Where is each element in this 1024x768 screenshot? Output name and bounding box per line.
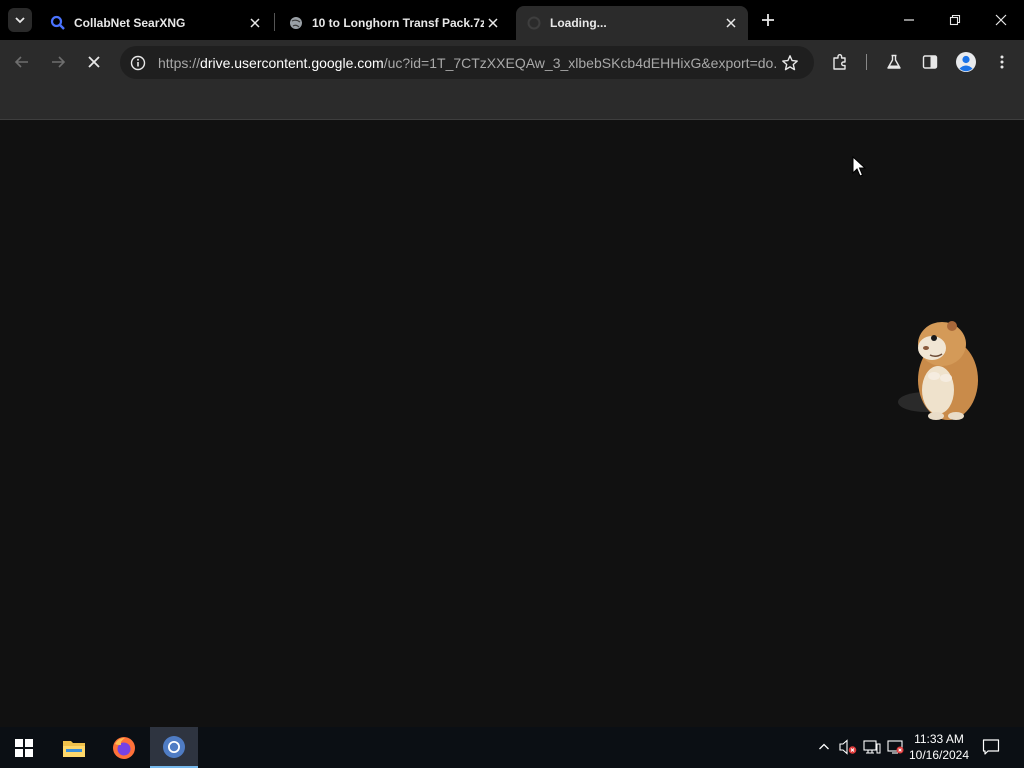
- back-button[interactable]: [8, 48, 36, 76]
- globe-icon: [288, 15, 304, 31]
- side-panel-icon[interactable]: [916, 48, 944, 76]
- chrome-icon: [163, 735, 185, 758]
- tab-search-button[interactable]: [8, 8, 32, 32]
- tab-strip: CollabNet SearXNG 10 to Longhorn Transf …: [0, 0, 1024, 40]
- start-button[interactable]: [0, 727, 48, 768]
- show-hidden-icons-button[interactable]: [814, 737, 834, 757]
- clock-date: 10/16/2024: [908, 748, 970, 762]
- toolbar-separator: [866, 54, 867, 70]
- search-icon: [50, 15, 66, 31]
- bookmarks-bar: [0, 84, 1024, 120]
- file-explorer-icon: [63, 740, 85, 757]
- windows-taskbar: 11:33 AM 10/16/2024: [0, 727, 1024, 768]
- start-icon: [15, 738, 33, 757]
- notification-center-button[interactable]: [980, 736, 1002, 758]
- page-content: [0, 121, 1024, 727]
- close-icon[interactable]: [246, 14, 264, 32]
- tab-separator: [274, 13, 275, 31]
- stop-button[interactable]: [80, 48, 108, 76]
- stop-x-icon: [88, 56, 100, 68]
- url-host: drive.usercontent.google.com: [200, 54, 384, 71]
- forward-arrow-icon: [52, 56, 66, 68]
- volume-muted-icon[interactable]: [838, 737, 858, 757]
- minimize-icon: [904, 19, 914, 21]
- plus-icon: [762, 14, 774, 26]
- firefox-icon: [113, 736, 135, 759]
- address-bar[interactable]: https://drive.usercontent.google.com/uc?…: [120, 46, 814, 79]
- clock-time: 11:33 AM: [914, 732, 964, 746]
- bookmark-star-icon[interactable]: [776, 49, 804, 77]
- profile-avatar-icon[interactable]: [952, 48, 980, 76]
- mouse-cursor-icon: [852, 156, 866, 177]
- notification-icon: [982, 739, 1000, 755]
- extensions-icon[interactable]: [826, 48, 854, 76]
- system-clock[interactable]: 11:33 AM 10/16/2024: [902, 731, 976, 765]
- tab-title: Loading...: [550, 16, 607, 30]
- minimize-button[interactable]: [886, 0, 932, 40]
- close-window-button[interactable]: [978, 0, 1024, 40]
- restore-icon: [949, 14, 961, 26]
- restore-button[interactable]: [932, 0, 978, 40]
- url-scheme: https://: [158, 54, 201, 71]
- back-arrow-icon: [14, 56, 28, 68]
- chevron-down-icon: [15, 17, 25, 24]
- new-tab-button[interactable]: [756, 8, 780, 32]
- taskbar-chrome[interactable]: [150, 727, 198, 768]
- labs-flask-icon[interactable]: [880, 48, 908, 76]
- close-icon: [995, 14, 1007, 26]
- url-path: /uc?id=1T_7CTzXXEQAw_3_xlbebSKcb4dEHHixG…: [383, 54, 776, 71]
- loading-icon: [526, 15, 542, 31]
- tab-loading[interactable]: Loading...: [516, 6, 748, 40]
- menu-kebab-icon[interactable]: [988, 48, 1016, 76]
- hamster-image: [898, 321, 978, 420]
- network-icon[interactable]: [862, 737, 882, 757]
- taskbar-firefox[interactable]: [100, 727, 148, 768]
- taskbar-file-explorer[interactable]: [50, 727, 98, 768]
- close-icon[interactable]: [484, 14, 502, 32]
- site-info-icon[interactable]: [128, 53, 148, 73]
- url-text[interactable]: https://drive.usercontent.google.com/uc?…: [158, 55, 776, 71]
- close-icon[interactable]: [722, 14, 740, 32]
- tab-title: 10 to Longhorn Transf Pack.7z: [312, 16, 484, 30]
- tab-title: CollabNet SearXNG: [74, 16, 186, 30]
- tab-collabnet-searxng[interactable]: CollabNet SearXNG: [40, 6, 272, 40]
- chevron-up-icon: [819, 743, 829, 750]
- tab-longhorn-pack[interactable]: 10 to Longhorn Transf Pack.7z: [278, 6, 510, 40]
- forward-button[interactable]: [44, 48, 72, 76]
